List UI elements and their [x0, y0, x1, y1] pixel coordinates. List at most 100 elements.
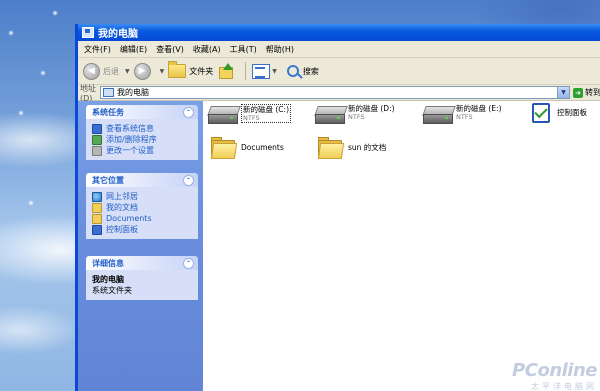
hard-drive-icon	[422, 104, 456, 124]
toolbar: ◀ 后退 ▼ ▶ ▼ 文件夹 ▼ 搜索	[78, 58, 600, 85]
system-tasks-body: 查看系统信息 添加/删除程序 更改一个设置	[86, 119, 198, 160]
back-arrow-icon: ◀	[83, 62, 100, 80]
drive-c-labels: 新的磁盘 (C:) NTFS	[241, 104, 291, 123]
window-title: 我的电脑	[98, 29, 138, 40]
file-view: 新的磁盘 (C:) NTFS 新的磁盘 (D:) NTFS 新的磁盘 (E:) …	[203, 101, 600, 391]
details-body: 我的电脑 系统文件夹	[86, 270, 198, 300]
folder-documents[interactable]: Documents	[210, 137, 284, 159]
computer-icon	[82, 27, 94, 38]
search-button[interactable]: 搜索	[286, 65, 319, 77]
drive-fs: NTFS	[348, 113, 365, 121]
place-network[interactable]: 网上邻居	[92, 191, 198, 202]
folder-icon	[168, 61, 187, 78]
forward-arrow-icon: ▶	[133, 62, 151, 80]
hard-drive-icon	[207, 104, 241, 124]
title-bar[interactable]: 我的电脑	[78, 24, 600, 41]
up-button[interactable]	[219, 63, 237, 79]
task-change-setting[interactable]: 更改一个设置	[92, 145, 198, 156]
control-panel-icon	[530, 101, 552, 125]
back-button[interactable]: ◀ 后退	[83, 62, 119, 80]
drive-label: 新的磁盘 (C:)	[243, 105, 289, 114]
details-title: 详细信息	[92, 258, 124, 268]
task-view-system-info[interactable]: 查看系统信息	[92, 123, 198, 134]
folder-label: sun 的文档	[348, 143, 387, 152]
folder-icon	[210, 137, 238, 159]
drive-e-labels: 新的磁盘 (E:) NTFS	[456, 104, 502, 121]
task-label: 更改一个设置	[106, 146, 154, 155]
place-control-panel[interactable]: 控制面板	[92, 224, 198, 235]
task-add-remove-programs[interactable]: 添加/删除程序	[92, 134, 198, 145]
watermark-brand: PConline	[512, 360, 597, 381]
details-header[interactable]: 详细信息 ⌃	[86, 256, 198, 270]
views-button[interactable]: ▼	[252, 63, 281, 79]
add-remove-icon	[92, 134, 102, 145]
sparkle	[28, 200, 34, 206]
watermark: PConline 太平洋电脑网	[512, 360, 597, 391]
menu-view[interactable]: 查看(V)	[156, 44, 184, 55]
desktop-background: 我的电脑 文件(F) 编辑(E) 查看(V) 收藏(A) 工具(T) 帮助(H)…	[0, 0, 600, 391]
address-dropdown-icon[interactable]: ▼	[557, 87, 569, 98]
forward-dropdown-icon[interactable]: ▼	[160, 68, 165, 75]
views-dropdown-icon: ▼	[272, 67, 277, 75]
drive-label: 新的磁盘 (D:)	[348, 104, 395, 113]
task-label: 添加/删除程序	[106, 135, 157, 144]
go-arrow-icon: ➜	[573, 87, 583, 98]
control-panel-label: 控制面板	[557, 108, 587, 117]
task-label: 查看系统信息	[106, 124, 154, 133]
folders-label: 文件夹	[189, 66, 214, 76]
back-dropdown-icon[interactable]: ▼	[125, 68, 130, 75]
drive-fs: NTFS	[456, 113, 473, 121]
go-button[interactable]: ➜ 转到	[573, 87, 600, 98]
details-panel: 详细信息 ⌃ 我的电脑 系统文件夹	[86, 256, 198, 300]
sparkle	[52, 10, 58, 16]
address-value: 我的电脑	[117, 88, 149, 97]
menu-edit[interactable]: 编辑(E)	[120, 44, 147, 55]
menu-favorites[interactable]: 收藏(A)	[193, 44, 221, 55]
folders-button[interactable]: 文件夹	[168, 61, 214, 78]
network-icon	[92, 191, 102, 202]
system-info-icon	[92, 123, 102, 134]
menu-help[interactable]: 帮助(H)	[266, 44, 294, 55]
address-label: 地址(D)	[80, 83, 96, 103]
system-tasks-header[interactable]: 系统任务 ⌃	[86, 105, 198, 119]
drive-d[interactable]: 新的磁盘 (D:) NTFS	[314, 104, 395, 124]
folder-sun-documents[interactable]: sun 的文档	[317, 137, 387, 159]
control-panel-icon	[92, 224, 102, 235]
folder-icon	[92, 213, 102, 224]
details-type: 系统文件夹	[92, 286, 132, 295]
folder-up-icon	[219, 63, 234, 79]
control-panel-item[interactable]: 控制面板	[530, 101, 587, 125]
drive-e[interactable]: 新的磁盘 (E:) NTFS	[422, 104, 502, 124]
task-pane: 系统任务 ⌃ 查看系统信息 添加/删除程序 更改一个设置 其它位置 ⌃ 网上邻居…	[78, 101, 203, 391]
collapse-icon[interactable]: ⌃	[183, 175, 194, 186]
collapse-icon[interactable]: ⌃	[183, 107, 194, 118]
drive-fs: NTFS	[243, 114, 260, 122]
hard-drive-icon	[314, 104, 348, 124]
toolbar-separator	[245, 62, 247, 80]
settings-icon	[92, 145, 102, 156]
system-tasks-panel: 系统任务 ⌃ 查看系统信息 添加/删除程序 更改一个设置	[86, 105, 198, 160]
forward-button[interactable]: ▶	[133, 62, 154, 80]
go-label: 转到	[585, 88, 600, 97]
views-icon	[252, 63, 271, 79]
sparkle	[40, 70, 46, 76]
place-documents[interactable]: Documents	[92, 213, 198, 224]
address-bar: 地址(D) 我的电脑 ▼ ➜ 转到	[78, 83, 600, 103]
sparkle	[8, 30, 14, 36]
explorer-window: 我的电脑 文件(F) 编辑(E) 查看(V) 收藏(A) 工具(T) 帮助(H)…	[75, 24, 600, 391]
collapse-icon[interactable]: ⌃	[183, 258, 194, 269]
place-my-documents[interactable]: 我的文档	[92, 202, 198, 213]
folder-icon	[317, 137, 345, 159]
search-label: 搜索	[302, 66, 319, 76]
other-places-header[interactable]: 其它位置 ⌃	[86, 173, 198, 187]
drive-label: 新的磁盘 (E:)	[456, 104, 502, 113]
menu-file[interactable]: 文件(F)	[84, 44, 111, 55]
system-tasks-title: 系统任务	[92, 107, 124, 117]
place-label: Documents	[106, 214, 152, 223]
drive-d-labels: 新的磁盘 (D:) NTFS	[348, 104, 395, 121]
folder-label: Documents	[241, 143, 284, 152]
address-field[interactable]: 我的电脑 ▼	[100, 86, 570, 99]
drive-c[interactable]: 新的磁盘 (C:) NTFS	[207, 104, 291, 124]
other-places-title: 其它位置	[92, 175, 124, 185]
menu-tools[interactable]: 工具(T)	[230, 44, 257, 55]
